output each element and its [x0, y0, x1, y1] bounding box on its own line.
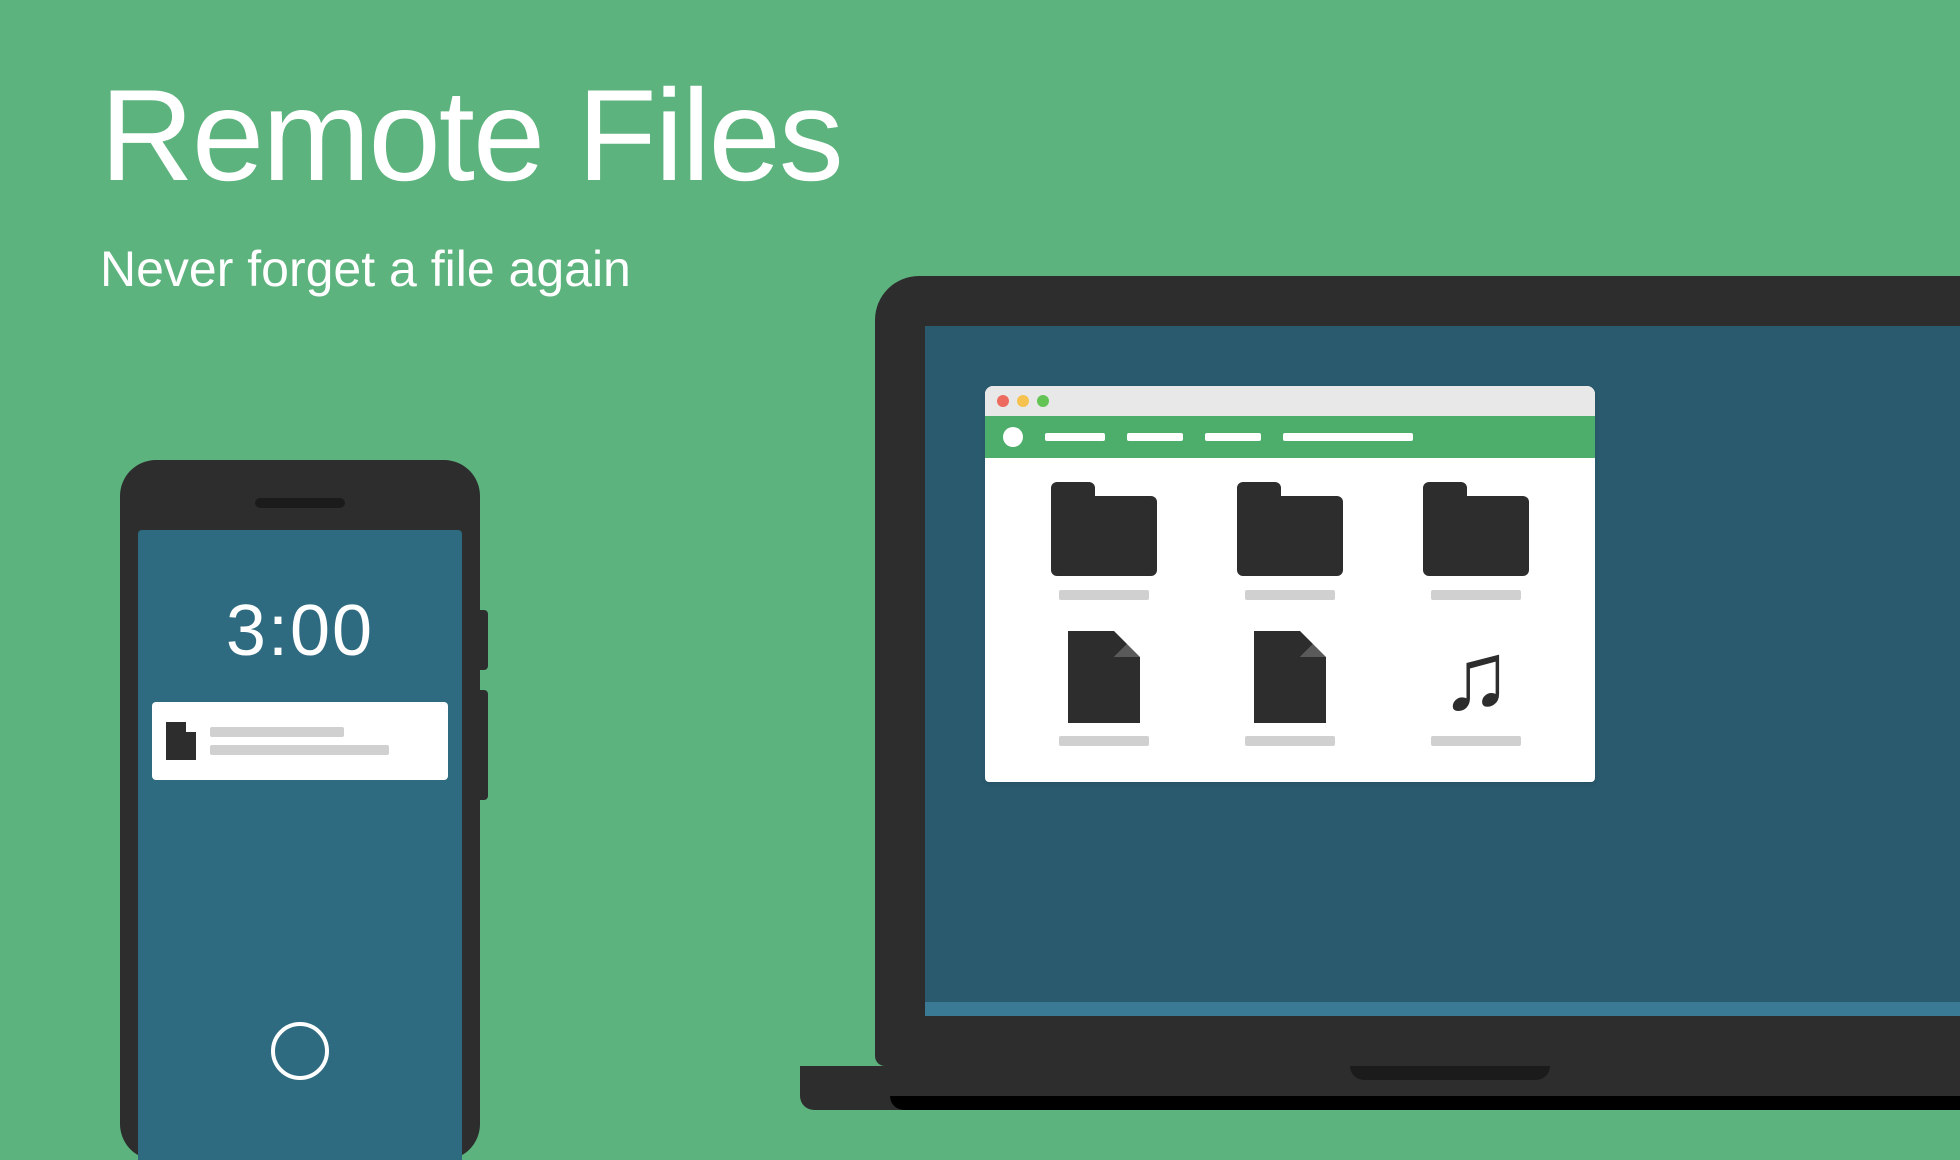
phone-volume-button — [480, 690, 488, 800]
close-icon[interactable] — [997, 395, 1009, 407]
phone-screen: 3:00 — [138, 530, 462, 1160]
page-subtitle: Never forget a file again — [100, 240, 842, 298]
file-label-placeholder — [1245, 590, 1335, 600]
file-label-placeholder — [1431, 736, 1521, 746]
file-label-placeholder — [1431, 590, 1521, 600]
window-titlebar — [985, 386, 1595, 416]
laptop-base — [800, 1066, 1960, 1110]
folder-icon — [1237, 496, 1343, 576]
maximize-icon[interactable] — [1037, 395, 1049, 407]
music-icon: ♫ — [1440, 634, 1512, 720]
folder-item[interactable] — [1207, 488, 1373, 600]
document-icon — [1254, 631, 1326, 723]
laptop-notch — [1350, 1066, 1550, 1080]
file-item[interactable] — [1021, 634, 1187, 746]
folder-item[interactable] — [1021, 488, 1187, 600]
file-label-placeholder — [1059, 590, 1149, 600]
file-item[interactable] — [1207, 634, 1373, 746]
laptop-screen: ♫ — [925, 326, 1960, 1016]
laptop-device: ♫ — [800, 276, 1960, 1110]
heading-block: Remote Files Never forget a file again — [100, 60, 842, 298]
folder-item[interactable] — [1393, 488, 1559, 600]
home-indicator-icon — [271, 1022, 329, 1080]
folder-icon — [1051, 496, 1157, 576]
toolbar-item[interactable] — [1205, 433, 1261, 441]
notification-title-placeholder — [210, 727, 344, 737]
music-item[interactable]: ♫ — [1393, 634, 1559, 746]
phone-power-button — [480, 610, 488, 670]
notification-card[interactable] — [152, 702, 448, 780]
toolbar-item[interactable] — [1283, 433, 1413, 441]
file-label-placeholder — [1245, 736, 1335, 746]
page-title: Remote Files — [100, 60, 842, 210]
phone-device: 3:00 — [120, 460, 480, 1160]
taskbar — [925, 1002, 1960, 1016]
file-icon — [166, 722, 196, 760]
phone-speaker — [255, 498, 345, 508]
document-icon — [1068, 631, 1140, 723]
folder-icon — [1423, 496, 1529, 576]
toolbar-item[interactable] — [1045, 433, 1105, 441]
toolbar-item[interactable] — [1127, 433, 1183, 441]
toolbar-avatar-icon[interactable] — [1003, 427, 1023, 447]
minimize-icon[interactable] — [1017, 395, 1029, 407]
window-toolbar — [985, 416, 1595, 458]
file-grid: ♫ — [985, 458, 1595, 782]
file-label-placeholder — [1059, 736, 1149, 746]
file-browser-window[interactable]: ♫ — [985, 386, 1595, 782]
lockscreen-time: 3:00 — [138, 590, 462, 672]
notification-body-placeholder — [210, 745, 389, 755]
notification-text — [210, 727, 434, 755]
laptop-lid: ♫ — [875, 276, 1960, 1066]
